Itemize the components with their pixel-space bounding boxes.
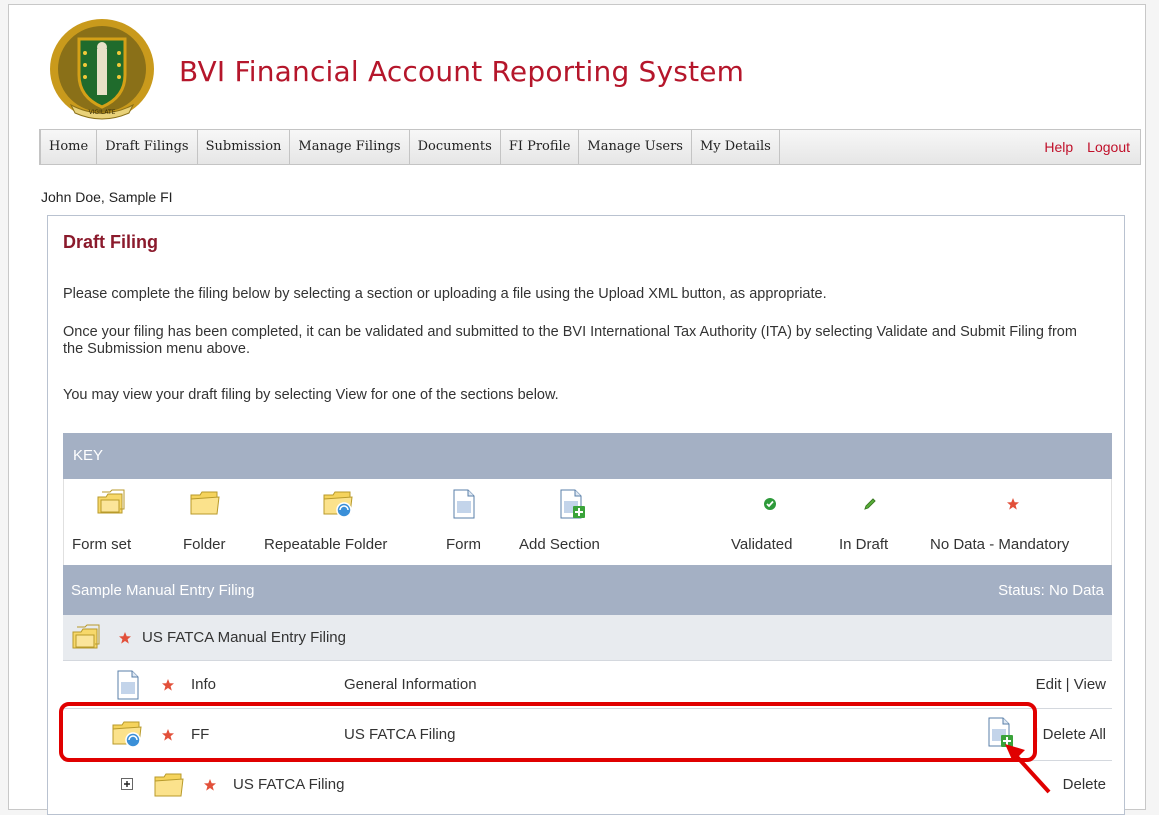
key-item-no-data-mandatory: No Data - Mandatory bbox=[930, 479, 1100, 565]
highlight-annotation-box bbox=[59, 702, 1037, 762]
key-item-add-section: Add Section bbox=[519, 479, 619, 565]
instructions-paragraph-2: Once your filing has been completed, it … bbox=[63, 324, 1077, 357]
section-label: US FATCA Filing bbox=[233, 776, 345, 793]
key-label-repeatable-folder: Repeatable Folder bbox=[264, 536, 388, 553]
form-set-icon bbox=[72, 624, 100, 649]
folder-icon bbox=[154, 773, 184, 797]
no-data-star-icon bbox=[1007, 498, 1019, 510]
nav-documents[interactable]: Documents bbox=[410, 130, 501, 164]
section-row-us-fatca-filing: US FATCA Filing Delete bbox=[63, 761, 1112, 809]
nav-fi-profile[interactable]: FI Profile bbox=[501, 130, 580, 164]
header: VIGILATE BVI Financial Account Reporting… bbox=[9, 5, 1145, 129]
form-icon bbox=[453, 489, 475, 519]
no-data-star-icon bbox=[204, 779, 216, 791]
key-label-form: Form bbox=[446, 536, 481, 553]
no-data-star-icon bbox=[162, 679, 174, 691]
key-item-repeatable-folder: Repeatable Folder bbox=[264, 479, 414, 565]
filing-name: Sample Manual Entry Filing bbox=[71, 582, 255, 599]
add-section-icon bbox=[560, 489, 585, 519]
key-label-form-set: Form set bbox=[72, 536, 132, 553]
key-item-form-set: Form set bbox=[72, 479, 162, 565]
key-label-folder: Folder bbox=[183, 536, 226, 553]
nav-manage-users[interactable]: Manage Users bbox=[579, 130, 692, 164]
form-icon bbox=[117, 670, 139, 700]
key-header-label: KEY bbox=[73, 447, 104, 464]
filing-group-label: US FATCA Manual Entry Filing bbox=[142, 629, 346, 646]
nav-draft-filings[interactable]: Draft Filings bbox=[97, 130, 198, 164]
action-separator: | bbox=[1065, 676, 1070, 693]
filing-status: Status: No Data bbox=[998, 582, 1104, 599]
form-set-icon bbox=[97, 489, 125, 514]
section-description: General Information bbox=[344, 676, 477, 693]
filing-group-row[interactable]: US FATCA Manual Entry Filing bbox=[63, 615, 1112, 661]
in-draft-pencil-icon bbox=[864, 498, 876, 510]
app-title: BVI Financial Account Reporting System bbox=[179, 55, 745, 88]
svg-text:VIGILATE: VIGILATE bbox=[89, 109, 116, 116]
filing-header: Sample Manual Entry Filing Status: No Da… bbox=[63, 565, 1112, 615]
key-header: KEY bbox=[63, 433, 1112, 479]
annotation-arrow-icon bbox=[1005, 744, 1051, 794]
help-link[interactable]: Help bbox=[1044, 130, 1073, 164]
key-label-no-data-mandatory: No Data - Mandatory bbox=[930, 536, 1070, 553]
main-nav: Home Draft Filings Submission Manage Fil… bbox=[39, 129, 1141, 165]
nav-my-details[interactable]: My Details bbox=[692, 130, 780, 164]
key-item-folder: Folder bbox=[179, 479, 239, 565]
section-code: Info bbox=[191, 676, 217, 693]
delete-link[interactable]: Delete bbox=[1063, 776, 1106, 793]
key-item-in-draft: In Draft bbox=[839, 479, 899, 565]
key-item-validated: Validated bbox=[731, 479, 811, 565]
instructions-paragraph-1: Please complete the filing below by sele… bbox=[63, 286, 827, 302]
expand-plus-icon[interactable] bbox=[121, 778, 133, 790]
view-link[interactable]: View bbox=[1074, 676, 1106, 693]
key-label-in-draft: In Draft bbox=[839, 536, 889, 553]
user-identity: John Doe, Sample FI bbox=[41, 189, 173, 205]
folder-icon bbox=[190, 491, 220, 515]
edit-link[interactable]: Edit bbox=[1036, 676, 1062, 693]
key-item-form: Form bbox=[444, 479, 494, 565]
logout-link[interactable]: Logout bbox=[1087, 130, 1130, 164]
key-label-add-section: Add Section bbox=[519, 536, 600, 553]
no-data-star-icon bbox=[119, 632, 131, 644]
instructions-paragraph-3: You may view your draft filing by select… bbox=[63, 387, 559, 403]
app-window: VIGILATE BVI Financial Account Reporting… bbox=[8, 4, 1146, 815]
bvi-seal-logo: VIGILATE bbox=[50, 19, 154, 120]
nav-home[interactable]: Home bbox=[40, 130, 98, 164]
validated-check-icon bbox=[764, 498, 776, 510]
page-title: Draft Filing bbox=[63, 232, 158, 252]
nav-manage-filings[interactable]: Manage Filings bbox=[290, 130, 410, 164]
nav-submission[interactable]: Submission bbox=[198, 130, 291, 164]
repeatable-folder-icon bbox=[323, 491, 353, 518]
key-label-validated: Validated bbox=[731, 536, 793, 553]
key-legend: Form set Folder Repeatable Folder Form A… bbox=[63, 479, 1112, 565]
